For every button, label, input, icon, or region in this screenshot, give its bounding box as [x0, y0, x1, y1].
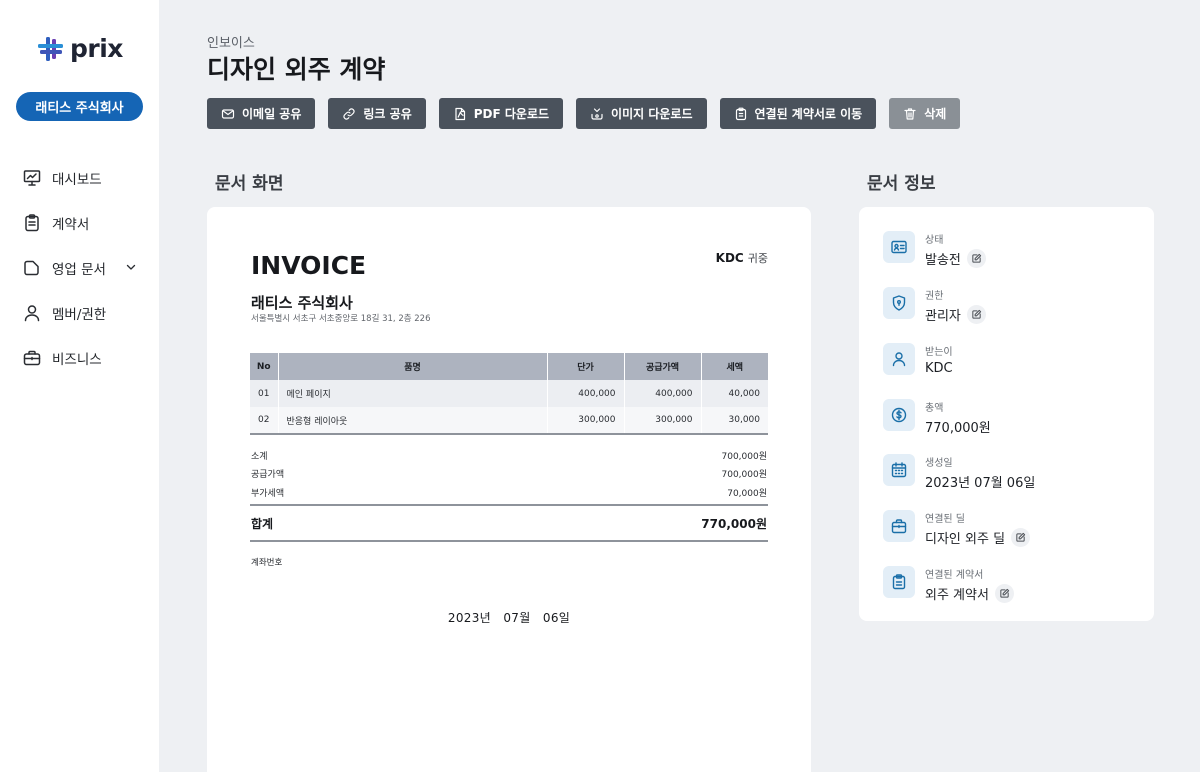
sidebar-item-contracts[interactable]: 계약서 [22, 200, 147, 245]
company-selector[interactable]: 래티스 주식회사 [16, 92, 143, 121]
divider [250, 504, 768, 506]
action-toolbar: 이메일 공유 링크 공유 PDF 다운로드 이미지 다운로드 연결된 계약서로 … [207, 98, 961, 129]
column-header: 품명 [278, 353, 548, 380]
column-header: No [250, 353, 279, 380]
edit-permission-button[interactable] [966, 305, 986, 324]
document-view-title: 문서 화면 [215, 174, 284, 194]
edit-icon [1016, 532, 1026, 542]
info-permission: 권한 관리자 [883, 287, 986, 324]
sidebar-item-business[interactable]: 비즈니스 [22, 335, 147, 380]
invoice-document: INVOICE KDC 귀중 래티스 주식회사 서울특별시 서초구 서초중앙로 1… [207, 207, 811, 772]
presentation-chart-icon [23, 169, 41, 186]
edit-icon [972, 253, 982, 263]
trash-icon [904, 107, 916, 120]
sidebar-item-sales-docs[interactable]: 영업 문서 [22, 245, 147, 290]
sidebar-item-label: 대시보드 [52, 171, 102, 188]
status-value: 발송전 [925, 253, 961, 268]
document-info-panel: 상태 발송전 권한 관리자 받는이 KDC 총액 770,000원 생성일 20… [859, 207, 1154, 621]
info-status: 상태 발송전 [883, 231, 986, 268]
clipboard-icon [25, 213, 39, 231]
prix-logo-icon [38, 36, 63, 61]
subtotal-row: 소계 700,000원 [251, 452, 767, 462]
id-card-icon [883, 231, 915, 263]
image-download-icon [591, 107, 603, 120]
dollar-coin-icon [883, 399, 915, 431]
email-share-button[interactable]: 이메일 공유 [207, 98, 316, 129]
pdf-download-button[interactable]: PDF 다운로드 [438, 98, 564, 129]
sidebar-item-label: 멤버/권한 [52, 306, 107, 323]
bank-account-label: 계좌번호 [251, 558, 283, 568]
invoice-company-name: 래티스 주식회사 [251, 294, 353, 312]
brand-name: prix [70, 34, 123, 63]
image-download-button[interactable]: 이미지 다운로드 [576, 98, 707, 129]
permission-value: 관리자 [925, 309, 961, 324]
sidebar-item-label: 영업 문서 [52, 261, 106, 278]
link-share-button[interactable]: 링크 공유 [328, 98, 426, 129]
vat-row: 부가세액 70,000원 [251, 489, 767, 499]
invoice-date: 2023년 07월 06일 [447, 611, 571, 625]
pdf-file-icon [455, 107, 465, 120]
user-icon [883, 343, 915, 375]
invoice-recipient: KDC 귀중 [715, 251, 768, 265]
info-created: 생성일 2023년 07월 06일 [883, 454, 1035, 491]
folder-icon [24, 260, 39, 275]
sidebar-item-members[interactable]: 멤버/권한 [22, 290, 147, 335]
edit-deal-button[interactable] [1011, 528, 1031, 547]
grand-total-row: 합계 770,000원 [251, 517, 767, 531]
recipient-value: KDC [925, 361, 953, 376]
delete-button[interactable]: 삭제 [889, 98, 961, 129]
divider [250, 540, 768, 542]
edit-status-button[interactable] [966, 249, 986, 268]
column-header: 세액 [701, 353, 768, 380]
info-linked-deal: 연결된 딜 디자인 외주 딜 [883, 510, 1031, 547]
calendar-icon [883, 454, 915, 486]
briefcase-icon [23, 350, 41, 365]
page-title: 디자인 외주 계약 [207, 55, 386, 84]
invoice-title: INVOICE [251, 251, 367, 280]
invoice-company-address: 서울특별시 서초구 서초중앙로 18길 31, 2층 226 [251, 314, 431, 324]
sidebar-item-dashboard[interactable]: 대시보드 [22, 155, 147, 200]
shield-icon [883, 287, 915, 319]
document-info-title: 문서 정보 [867, 174, 936, 194]
go-to-contract-button[interactable]: 연결된 계약서로 이동 [719, 98, 877, 129]
chevron-down-icon[interactable] [125, 261, 137, 273]
linked-deal-value: 디자인 외주 딜 [925, 532, 1006, 547]
info-recipient: 받는이 KDC [883, 343, 953, 376]
breadcrumb: 인보이스 [207, 36, 255, 51]
supply-total-row: 공급가액 700,000원 [251, 470, 767, 480]
user-icon [24, 304, 40, 321]
table-row: 01 메인 페이지 400,000 400,000 40,000 [250, 380, 768, 407]
info-amount: 총액 770,000원 [883, 399, 991, 436]
clipboard-icon [883, 566, 915, 598]
table-header-row: No 품명 단가 공급가액 세액 [250, 353, 768, 380]
info-linked-contract: 연결된 계약서 외주 계약서 [883, 566, 1014, 603]
link-icon [343, 107, 355, 120]
sidebar-item-label: 계약서 [52, 216, 90, 233]
brand-logo[interactable]: prix [37, 34, 123, 63]
linked-contract-value: 외주 계약서 [925, 588, 989, 603]
amount-value: 770,000원 [925, 421, 991, 436]
table-row: 02 반응형 레이아웃 300,000 300,000 30,000 [250, 407, 768, 435]
sidebar-item-label: 비즈니스 [52, 351, 102, 368]
sidebar: prix 래티스 주식회사 대시보드 계약서 영업 문서 멤버/권한 비즈니스 [0, 0, 159, 772]
clipboard-icon [735, 107, 746, 120]
edit-contract-button[interactable] [994, 584, 1014, 603]
briefcase-icon [883, 510, 915, 542]
invoice-items-table: No 품명 단가 공급가액 세액 01 메인 페이지 400,000 400,0… [250, 353, 768, 435]
column-header: 단가 [547, 353, 625, 380]
created-date-value: 2023년 07월 06일 [925, 476, 1036, 491]
mail-icon [221, 108, 235, 119]
sidebar-nav: 대시보드 계약서 영업 문서 멤버/권한 비즈니스 [22, 155, 147, 380]
edit-icon [1000, 588, 1010, 598]
column-header: 공급가액 [624, 353, 702, 380]
edit-icon [972, 309, 982, 319]
